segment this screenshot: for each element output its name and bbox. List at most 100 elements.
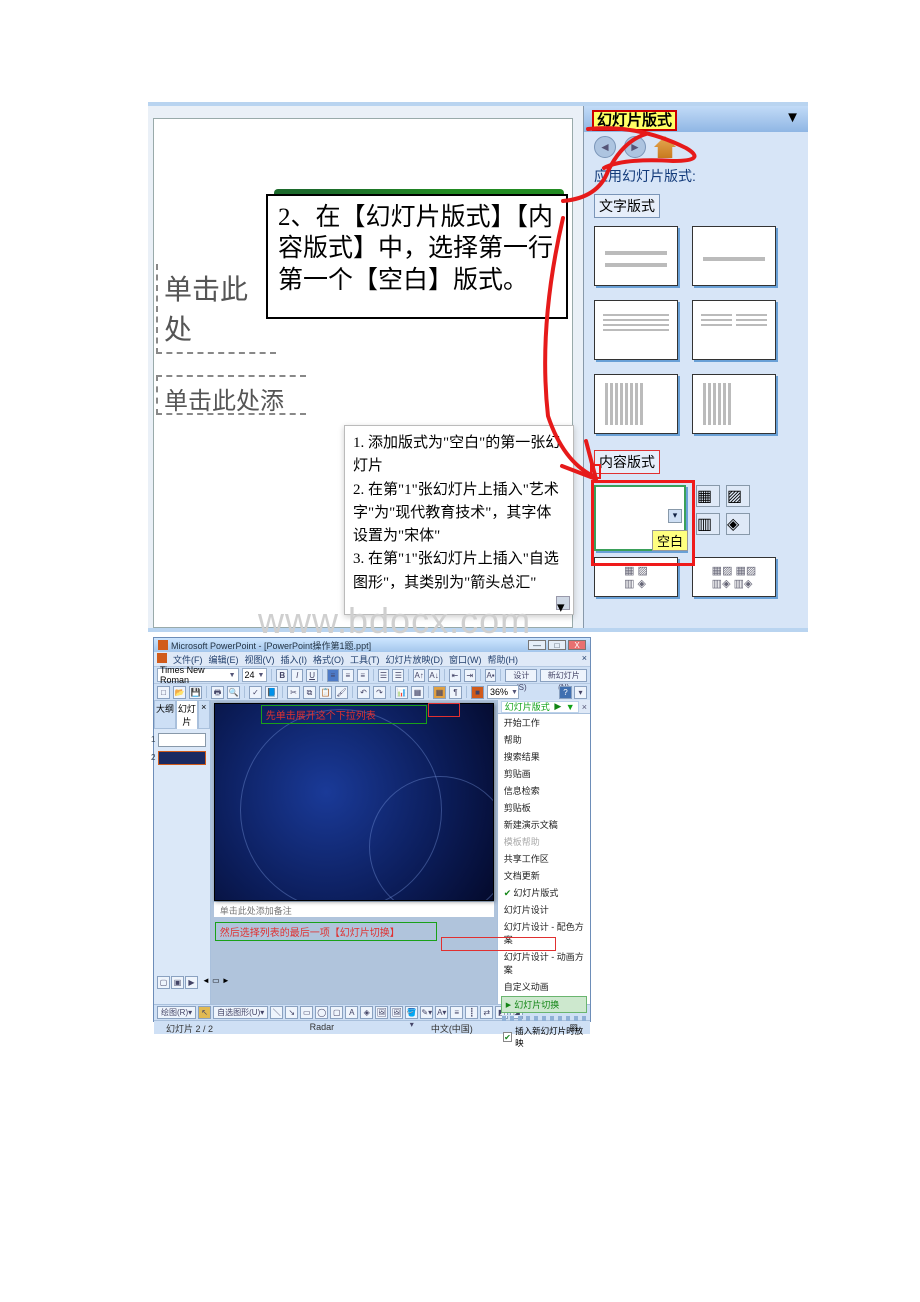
redo-button[interactable]: ↷: [373, 686, 386, 699]
layout-thumb-content-2[interactable]: ▦▨ ▦▨▥◈ ▥◈: [692, 557, 776, 597]
home-button[interactable]: [654, 136, 676, 158]
decrease-font-button[interactable]: A↓: [428, 669, 440, 682]
new-button[interactable]: □: [157, 686, 170, 699]
tab-outline[interactable]: 大纲: [154, 700, 176, 729]
forward-icon[interactable]: ►: [624, 136, 646, 158]
paneitem-design-anim[interactable]: 幻灯片设计 - 动画方案: [498, 948, 590, 978]
cut-button[interactable]: ✂: [287, 686, 300, 699]
close-button[interactable]: X: [568, 640, 586, 650]
mini-slide-2[interactable]: 2: [158, 751, 206, 765]
help-button[interactable]: ?: [559, 686, 572, 699]
pane-dropdown-icon[interactable]: ▼: [785, 109, 800, 126]
spellcheck-button[interactable]: ✓: [249, 686, 262, 699]
sorter-view-button[interactable]: ▣: [171, 976, 184, 989]
undo-button[interactable]: ↶: [357, 686, 370, 699]
rectangle-tool-button[interactable]: ▭: [300, 1006, 313, 1019]
textbox-tool-button[interactable]: ▢: [330, 1006, 343, 1019]
diagram-icon[interactable]: ◈: [726, 513, 750, 535]
save-button[interactable]: 💾: [189, 686, 202, 699]
doc-close-icon[interactable]: ×: [582, 653, 587, 665]
insert-chart-button[interactable]: 📊: [395, 686, 408, 699]
line-tool-button[interactable]: ＼: [270, 1006, 283, 1019]
font-color-button[interactable]: A▪: [485, 669, 497, 682]
numbered-list-button[interactable]: ☰: [378, 669, 390, 682]
layout-thumb-bullets[interactable]: [594, 300, 678, 360]
line-style-button[interactable]: ≡: [450, 1006, 463, 1019]
oval-tool-button[interactable]: ◯: [315, 1006, 328, 1019]
right-pane-combo[interactable]: 幻灯片版式 ▶ ▼: [501, 701, 579, 713]
bulleted-list-button[interactable]: ☰: [392, 669, 404, 682]
paste-button[interactable]: 📋: [319, 686, 332, 699]
line-color-button[interactable]: ✎▾: [420, 1006, 433, 1019]
autoshapes-button[interactable]: 自选图形(U)▾: [213, 1006, 268, 1019]
back-icon[interactable]: ◄: [594, 136, 616, 158]
new-slide-button[interactable]: 新幻灯片(N): [540, 669, 587, 682]
format-painter-button[interactable]: 🖌: [335, 686, 348, 699]
paneitem-design[interactable]: 幻灯片设计: [498, 901, 590, 918]
underline-button[interactable]: U: [306, 669, 318, 682]
increase-font-button[interactable]: A↑: [413, 669, 425, 682]
menu-view[interactable]: 视图(V): [245, 653, 275, 665]
align-left-button[interactable]: ≡: [327, 669, 339, 682]
paneitem-clipboard[interactable]: 剪贴板: [498, 799, 590, 816]
text-placeholder-2[interactable]: 单击此处添: [156, 375, 306, 415]
italic-button[interactable]: I: [291, 669, 303, 682]
paneitem-transition[interactable]: 幻灯片切换: [501, 996, 587, 1013]
layout-thumb-two-col-bullets[interactable]: [692, 300, 776, 360]
font-name-combo[interactable]: Times New Roman▼: [157, 668, 239, 682]
dash-style-button[interactable]: ┋: [465, 1006, 478, 1019]
select-objects-button[interactable]: ↖: [198, 1006, 211, 1019]
paneitem-research[interactable]: 信息检索: [498, 782, 590, 799]
font-size-combo[interactable]: 24▼: [242, 668, 268, 682]
normal-view-button[interactable]: ▢: [157, 976, 170, 989]
color-button[interactable]: ■: [471, 686, 484, 699]
paneitem-help[interactable]: 帮助: [498, 731, 590, 748]
menu-tools[interactable]: 工具(T): [350, 653, 380, 665]
scrollbar-down-icon[interactable]: ▾: [556, 596, 570, 610]
tab-slides[interactable]: 幻灯片: [176, 700, 198, 729]
menu-format[interactable]: 格式(O): [313, 653, 344, 665]
paneitem-newpres[interactable]: 新建演示文稿: [498, 816, 590, 833]
print-button[interactable]: 🖶: [211, 686, 224, 699]
research-button[interactable]: 📘: [265, 686, 278, 699]
font-color-button-2[interactable]: A▾: [435, 1006, 448, 1019]
preview-button[interactable]: 🔍: [227, 686, 240, 699]
clipart-button[interactable]: 🖼: [375, 1006, 388, 1019]
sidebar-close-icon[interactable]: ×: [198, 700, 210, 729]
insert-table-button[interactable]: ▦: [411, 686, 424, 699]
text-placeholder-1[interactable]: 单击此处: [156, 264, 276, 354]
layout-thumb-title[interactable]: [594, 226, 678, 286]
fill-color-button[interactable]: 🪣▾: [405, 1006, 418, 1019]
zoom-combo[interactable]: 36%▼: [487, 685, 519, 699]
picture-button[interactable]: 🖼: [390, 1006, 403, 1019]
design-button[interactable]: 设计(S): [505, 669, 537, 682]
menu-help[interactable]: 帮助(H): [488, 653, 519, 665]
paneitem-start[interactable]: 开始工作: [498, 714, 590, 731]
paneitem-docupdate[interactable]: 文档更新: [498, 867, 590, 884]
maximize-button[interactable]: □: [548, 640, 566, 650]
menu-edit[interactable]: 编辑(E): [209, 653, 239, 665]
menu-window[interactable]: 窗口(W): [449, 653, 482, 665]
slideshow-view-button[interactable]: ▶: [185, 976, 198, 989]
open-button[interactable]: 📂: [173, 686, 186, 699]
mini-slide-1[interactable]: 1: [158, 733, 206, 747]
wordart-button[interactable]: A: [345, 1006, 358, 1019]
paneitem-shared[interactable]: 共享工作区: [498, 850, 590, 867]
layout-thumb-title-only[interactable]: [692, 226, 776, 286]
arrow-style-button[interactable]: ⇄: [480, 1006, 493, 1019]
decrease-indent-button[interactable]: ⇤: [449, 669, 461, 682]
paneitem-custom-anim[interactable]: 自定义动画: [498, 978, 590, 995]
picture-icon[interactable]: ▨: [726, 485, 750, 507]
right-pane-close-icon[interactable]: ×: [582, 702, 587, 712]
menu-insert[interactable]: 插入(I): [281, 653, 308, 665]
paneitem-clipart[interactable]: 剪贴画: [498, 765, 590, 782]
show-hide-button[interactable]: ¶: [449, 686, 462, 699]
layout-thumb-vertical[interactable]: [594, 374, 678, 434]
menu-slideshow[interactable]: 幻灯片放映(D): [386, 653, 444, 665]
paneitem-search[interactable]: 搜索结果: [498, 748, 590, 765]
menu-file[interactable]: 文件(F): [173, 653, 203, 665]
toolbar-options-button[interactable]: ▾: [574, 686, 587, 699]
align-center-button[interactable]: ≡: [342, 669, 354, 682]
insert-on-new-slide-checkbox[interactable]: ✔ 插入新幻灯片时放映: [498, 1023, 590, 1051]
arrow-tool-button[interactable]: ↘: [285, 1006, 298, 1019]
